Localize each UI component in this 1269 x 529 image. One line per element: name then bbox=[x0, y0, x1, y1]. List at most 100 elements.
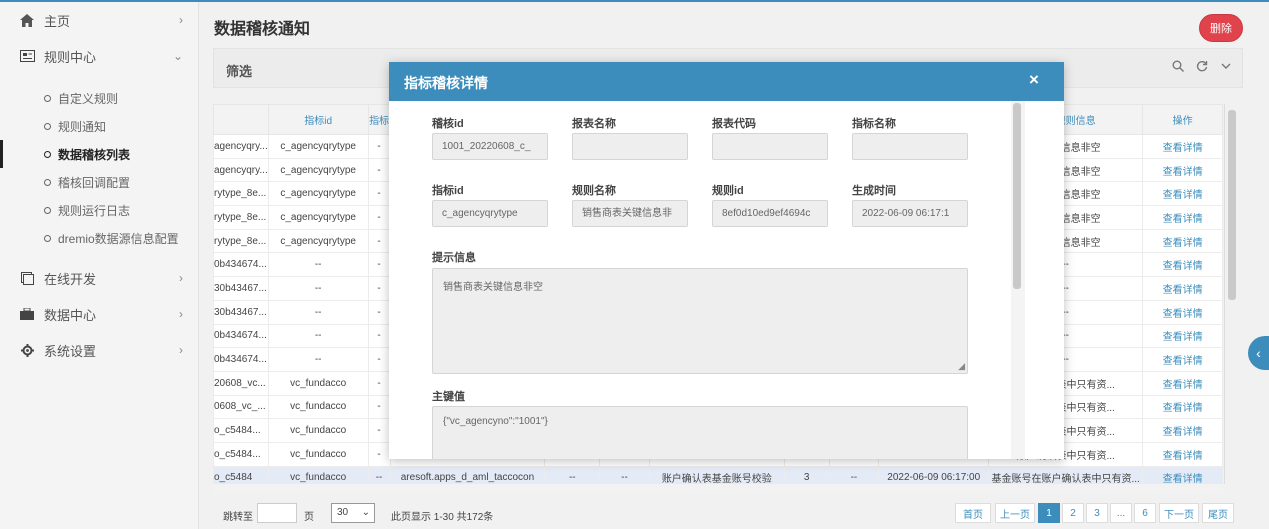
rule-name-field[interactable]: 销售商表关键信息非 bbox=[572, 200, 688, 227]
page-size-select[interactable]: 30 ⌄ bbox=[331, 503, 375, 523]
sidebar-subitem-audit-list[interactable]: 数据稽核列表 bbox=[0, 140, 199, 168]
table-cell: - bbox=[367, 441, 391, 467]
last-page-button[interactable]: 尾页 bbox=[1202, 503, 1234, 523]
view-detail-link[interactable]: 查看详情 bbox=[1142, 134, 1223, 159]
table-cell: vc_fundacco bbox=[267, 441, 369, 467]
sidebar-item-home[interactable]: 主页 › bbox=[0, 2, 199, 38]
view-detail-link[interactable]: 查看详情 bbox=[1142, 205, 1223, 230]
page-button-6[interactable]: 6 bbox=[1134, 503, 1156, 523]
first-page-button[interactable]: 首页 bbox=[955, 503, 991, 523]
table-cell: aresoft.apps_d_aml_taccocon bbox=[389, 465, 546, 484]
gear-icon bbox=[19, 342, 35, 358]
view-detail-link[interactable]: 查看详情 bbox=[1142, 465, 1223, 484]
metric-id-field[interactable]: c_agencyqrytype bbox=[432, 200, 548, 227]
view-detail-link[interactable]: 查看详情 bbox=[1142, 323, 1223, 349]
column-header[interactable]: 操作 bbox=[1142, 104, 1223, 135]
key-textarea[interactable]: {"vc_agencyno":"1001"} bbox=[432, 406, 968, 459]
prompt-textarea[interactable]: 销售商表关键信息非空 ◢ bbox=[432, 268, 968, 374]
field-label: 生成时间 bbox=[852, 185, 896, 197]
chevron-right-icon: › bbox=[179, 271, 183, 285]
jump-page-input[interactable] bbox=[257, 503, 297, 523]
chevron-right-icon: › bbox=[179, 13, 183, 27]
table-cell: -- bbox=[267, 252, 369, 278]
prev-page-button[interactable]: 上一页 bbox=[995, 503, 1035, 523]
table-cell: o_c5484... bbox=[213, 441, 269, 467]
view-detail-link[interactable]: 查看详情 bbox=[1142, 299, 1223, 325]
metric-name-field[interactable] bbox=[852, 133, 968, 160]
table-cell: -- bbox=[267, 347, 369, 372]
view-detail-link[interactable]: 查看详情 bbox=[1142, 394, 1223, 420]
search-icon[interactable] bbox=[1172, 60, 1184, 75]
page-ellipsis: ... bbox=[1110, 503, 1132, 523]
audit-id-field[interactable]: 1001_20220608_c_ bbox=[432, 133, 548, 160]
view-detail-link[interactable]: 查看详情 bbox=[1142, 276, 1223, 301]
view-detail-link[interactable]: 查看详情 bbox=[1142, 157, 1223, 183]
side-panel-toggle[interactable]: ‹ bbox=[1248, 336, 1269, 370]
sidebar-item-system-settings[interactable]: 系统设置 › bbox=[0, 332, 199, 368]
report-name-field[interactable] bbox=[572, 133, 688, 160]
view-detail-link[interactable]: 查看详情 bbox=[1142, 441, 1223, 467]
view-detail-link[interactable]: 查看详情 bbox=[1142, 418, 1223, 443]
sidebar-subitem-label: dremio数据源信息配置 bbox=[58, 231, 179, 246]
sidebar-subitem-dremio-config[interactable]: dremio数据源信息配置 bbox=[0, 224, 199, 252]
report-code-field[interactable] bbox=[712, 133, 828, 160]
close-icon[interactable]: × bbox=[1029, 70, 1039, 90]
scrollbar-thumb[interactable] bbox=[1013, 103, 1021, 289]
column-header[interactable]: 指标id bbox=[267, 104, 369, 135]
chevron-down-icon[interactable] bbox=[1220, 60, 1232, 75]
view-detail-link[interactable]: 查看详情 bbox=[1142, 252, 1223, 278]
circle-icon bbox=[44, 94, 51, 102]
page-title: 数据稽核通知 bbox=[214, 21, 311, 38]
field-label: 指标id bbox=[432, 185, 464, 197]
page-button-1[interactable]: 1 bbox=[1038, 503, 1060, 523]
refresh-icon[interactable] bbox=[1196, 60, 1208, 75]
scrollbar-thumb[interactable] bbox=[1228, 110, 1236, 300]
sidebar-subitem-label: 稽核回调配置 bbox=[58, 175, 131, 190]
prompt-label: 提示信息 bbox=[432, 252, 476, 264]
sidebar-item-online-dev[interactable]: 在线开发 › bbox=[0, 260, 199, 296]
table-cell: - bbox=[367, 394, 391, 420]
rules-icon bbox=[19, 48, 35, 64]
sidebar-subitem-run-log[interactable]: 规则运行日志 bbox=[0, 196, 199, 224]
sidebar-item-rules-center[interactable]: 规则中心 ⌄ bbox=[0, 38, 199, 74]
table-cell: 3 bbox=[783, 465, 830, 484]
sidebar-item-label: 主页 bbox=[44, 13, 71, 29]
view-detail-link[interactable]: 查看详情 bbox=[1142, 181, 1223, 207]
sidebar-item-label: 在线开发 bbox=[44, 271, 97, 287]
table-horizontal-scrollbar[interactable] bbox=[213, 484, 1223, 494]
sidebar-subitem-rule-notice[interactable]: 规则通知 bbox=[0, 112, 199, 140]
delete-button[interactable]: 删除 bbox=[1199, 14, 1243, 42]
sidebar-subitem-label: 规则运行日志 bbox=[58, 203, 131, 218]
table-vertical-scrollbar[interactable] bbox=[1224, 104, 1238, 484]
view-detail-link[interactable]: 查看详情 bbox=[1142, 228, 1223, 254]
column-header[interactable] bbox=[213, 104, 269, 135]
chevron-down-icon: ⌄ bbox=[172, 49, 183, 63]
modal-right-gutter bbox=[1025, 101, 1064, 459]
modal-scrollbar[interactable] bbox=[1011, 101, 1025, 459]
sidebar-subitem-callback-config[interactable]: 稽核回调配置 bbox=[0, 168, 199, 196]
view-detail-link[interactable]: 查看详情 bbox=[1142, 347, 1223, 372]
view-detail-link[interactable]: 查看详情 bbox=[1142, 370, 1223, 396]
circle-icon bbox=[44, 234, 51, 242]
sidebar-item-label: 规则中心 bbox=[44, 49, 97, 65]
table-cell: -- bbox=[267, 299, 369, 325]
page-button-3[interactable]: 3 bbox=[1086, 503, 1108, 523]
table-cell: c_agencyqrytype bbox=[267, 181, 369, 207]
table-cell: - bbox=[367, 181, 391, 207]
column-header[interactable]: 指标 bbox=[367, 104, 391, 135]
resize-handle-icon[interactable]: ◢ bbox=[958, 361, 965, 372]
created-time-field[interactable]: 2022-06-09 06:17:1 bbox=[852, 200, 968, 227]
table-cell: c_agencyqrytype bbox=[267, 228, 369, 254]
table-row[interactable]: o_c5484 vc_fundacco -- aresoft.apps_d_aml_t… bbox=[213, 465, 1223, 484]
table-cell: -- bbox=[828, 465, 880, 484]
chevron-right-icon: › bbox=[179, 343, 183, 357]
next-page-button[interactable]: 下一页 bbox=[1159, 503, 1199, 523]
table-cell: - bbox=[367, 418, 391, 443]
modal-header: 指标稽核详情 × bbox=[389, 62, 1064, 101]
page-button-2[interactable]: 2 bbox=[1062, 503, 1084, 523]
rule-id-field[interactable]: 8ef0d10ed9ef4694c bbox=[712, 200, 828, 227]
sidebar-item-data-center[interactable]: 数据中心 › bbox=[0, 296, 199, 332]
sidebar-subitem-label: 自定义规则 bbox=[58, 91, 119, 106]
table-cell: - bbox=[367, 347, 391, 372]
sidebar-subitem-custom-rules[interactable]: 自定义规则 bbox=[0, 84, 199, 112]
